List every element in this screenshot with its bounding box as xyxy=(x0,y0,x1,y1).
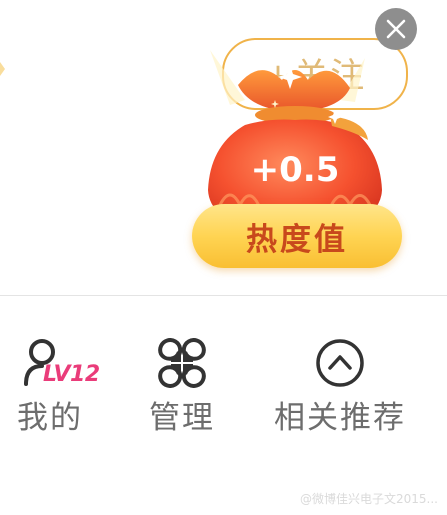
divider xyxy=(0,295,447,296)
gift-popup-area: +关注 +0.5 xyxy=(0,0,447,296)
heat-value-button[interactable]: 热度值 xyxy=(192,204,402,268)
watermark: @微博佳兴电子文2015... xyxy=(300,492,438,506)
heat-value-label: 热度值 xyxy=(246,221,348,258)
close-icon xyxy=(386,19,406,39)
nav-item-mine[interactable]: LV12 我的 xyxy=(5,330,100,440)
nav-label-related: 相关推荐 xyxy=(274,400,406,436)
close-button[interactable] xyxy=(375,8,417,50)
manage-grid-icon xyxy=(158,338,206,388)
nav-item-related[interactable]: 相关推荐 xyxy=(266,330,414,440)
nav-label-mine: 我的 xyxy=(17,400,83,436)
nav-label-manage: 管理 xyxy=(149,400,215,436)
chevron-up-circle-icon xyxy=(316,339,364,387)
sparkle-decoration xyxy=(0,62,5,76)
bag-value: +0.5 xyxy=(250,150,340,190)
level-badge: LV12 xyxy=(43,362,100,387)
nav-item-manage[interactable]: 管理 xyxy=(134,330,230,440)
